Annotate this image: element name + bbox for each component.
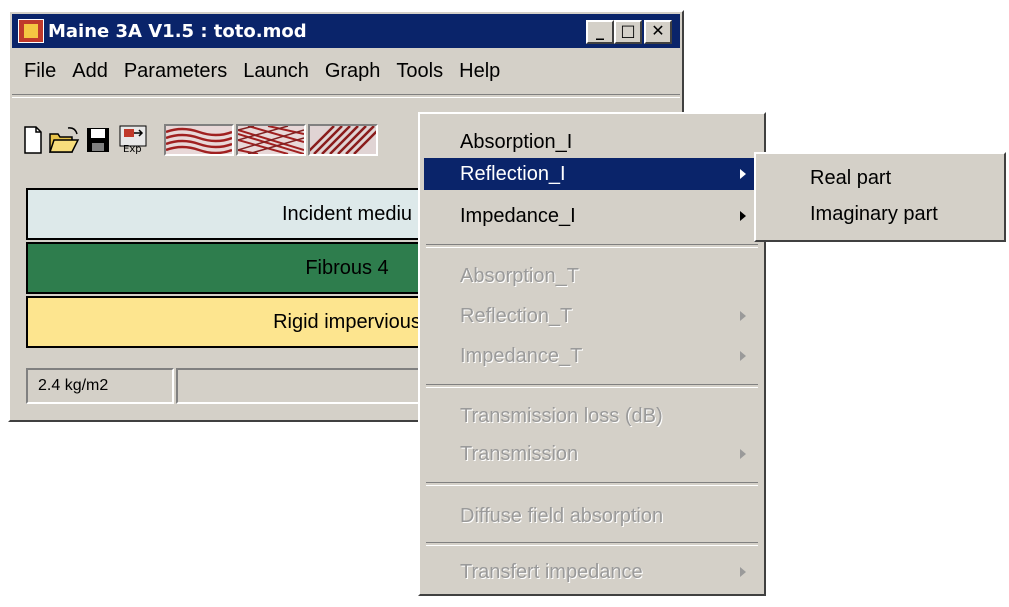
menu-separator	[426, 244, 758, 248]
minimize-icon: _	[596, 21, 604, 40]
menu-item-label: Reflection_T	[460, 305, 573, 327]
graph-menu: Absorption_I Reflection_I Impedance_I Ab…	[418, 112, 766, 596]
open-icon	[48, 127, 80, 153]
reflection-submenu: Real part Imaginary part	[754, 152, 1006, 242]
menu-separator	[426, 384, 758, 388]
menu-separator	[426, 482, 758, 486]
submenu-arrow-icon	[740, 169, 746, 179]
menu-item-label: Transmission	[460, 443, 579, 465]
menu-item-absorption-t[interactable]: Absorption_T	[424, 260, 760, 292]
menu-item-label: Impedance_T	[460, 345, 583, 367]
submenu-arrow-icon	[740, 351, 746, 361]
menu-item-diffuse-field-absorption[interactable]: Diffuse field absorption	[424, 500, 760, 532]
new-button[interactable]	[20, 124, 46, 156]
menu-item-label: Impedance_I	[460, 205, 576, 227]
mass-unit: kg/m2	[64, 377, 109, 394]
menu-item-label: Reflection_I	[460, 163, 566, 185]
menu-parameters[interactable]: Parameters	[116, 55, 235, 87]
menu-launch[interactable]: Launch	[235, 55, 317, 87]
maximize-button[interactable]: □	[614, 20, 642, 44]
menu-item-absorption-i[interactable]: Absorption_I	[424, 126, 760, 158]
layer-pattern-3-icon	[305, 125, 383, 155]
mass-value: 2.4	[38, 377, 61, 394]
layer-pattern-1-icon	[165, 126, 233, 155]
app-icon[interactable]	[18, 19, 44, 43]
menu-item-label: Imaginary part	[810, 203, 938, 225]
export-button[interactable]: Exp	[116, 124, 150, 156]
submenu-arrow-icon	[740, 567, 746, 577]
menu-item-label: Absorption_I	[460, 131, 573, 153]
menu-item-reflection-t[interactable]: Reflection_T	[424, 300, 760, 332]
menu-item-imaginary-part[interactable]: Imaginary part	[760, 198, 1000, 230]
minimize-button[interactable]: _	[586, 20, 614, 44]
mass-status: 2.4 kg/m2	[26, 368, 174, 404]
layer-type-1-button[interactable]	[164, 124, 234, 156]
layer-type-3-button[interactable]	[305, 124, 383, 156]
submenu-arrow-icon	[740, 449, 746, 459]
menu-item-reflection-i[interactable]: Reflection_I	[424, 158, 760, 190]
menu-divider	[12, 94, 680, 98]
menu-item-transmission[interactable]: Transmission	[424, 438, 760, 470]
menu-item-label: Diffuse field absorption	[460, 505, 664, 527]
menu-tools[interactable]: Tools	[388, 55, 451, 87]
menu-item-transmission-loss[interactable]: Transmission loss (dB)	[424, 400, 760, 432]
menu-item-label: Transfert impedance	[460, 561, 643, 583]
menu-file[interactable]: File	[12, 55, 64, 87]
menu-graph[interactable]: Graph	[317, 55, 389, 87]
window-title: Maine 3A V1.5 : toto.mod	[48, 20, 307, 42]
submenu-arrow-icon	[740, 311, 746, 321]
layer-label: Rigid impervious	[273, 311, 421, 333]
layer-label: Incident mediu	[281, 203, 413, 225]
save-icon	[87, 128, 109, 152]
layer-label: Fibrous 4	[305, 257, 389, 279]
menu-item-label: Absorption_T	[460, 265, 579, 287]
menu-item-impedance-t[interactable]: Impedance_T	[424, 340, 760, 372]
open-button[interactable]	[48, 124, 80, 156]
submenu-arrow-icon	[740, 211, 746, 221]
menu-item-label: Real part	[810, 167, 892, 189]
save-button[interactable]	[84, 124, 112, 156]
menu-bar: File Add Parameters Launch Graph Tools H…	[12, 52, 680, 90]
layer-type-2-button[interactable]	[236, 124, 306, 156]
menu-item-transfert-impedance[interactable]: Transfert impedance	[424, 556, 760, 588]
menu-help[interactable]: Help	[451, 55, 508, 87]
close-button[interactable]: ✕	[644, 20, 672, 44]
menu-item-impedance-i[interactable]: Impedance_I	[424, 200, 760, 232]
maximize-icon: □	[620, 21, 636, 40]
close-icon: ✕	[651, 21, 665, 40]
menu-add[interactable]: Add	[64, 55, 116, 87]
export-label: Exp	[123, 144, 142, 155]
menu-item-label: Transmission loss (dB)	[460, 405, 663, 427]
new-icon	[24, 126, 42, 154]
menu-item-real-part[interactable]: Real part	[760, 162, 1000, 194]
layer-pattern-2-icon	[237, 125, 305, 155]
menu-separator	[426, 542, 758, 546]
title-bar[interactable]: Maine 3A V1.5 : toto.mod _ □ ✕	[12, 14, 680, 48]
